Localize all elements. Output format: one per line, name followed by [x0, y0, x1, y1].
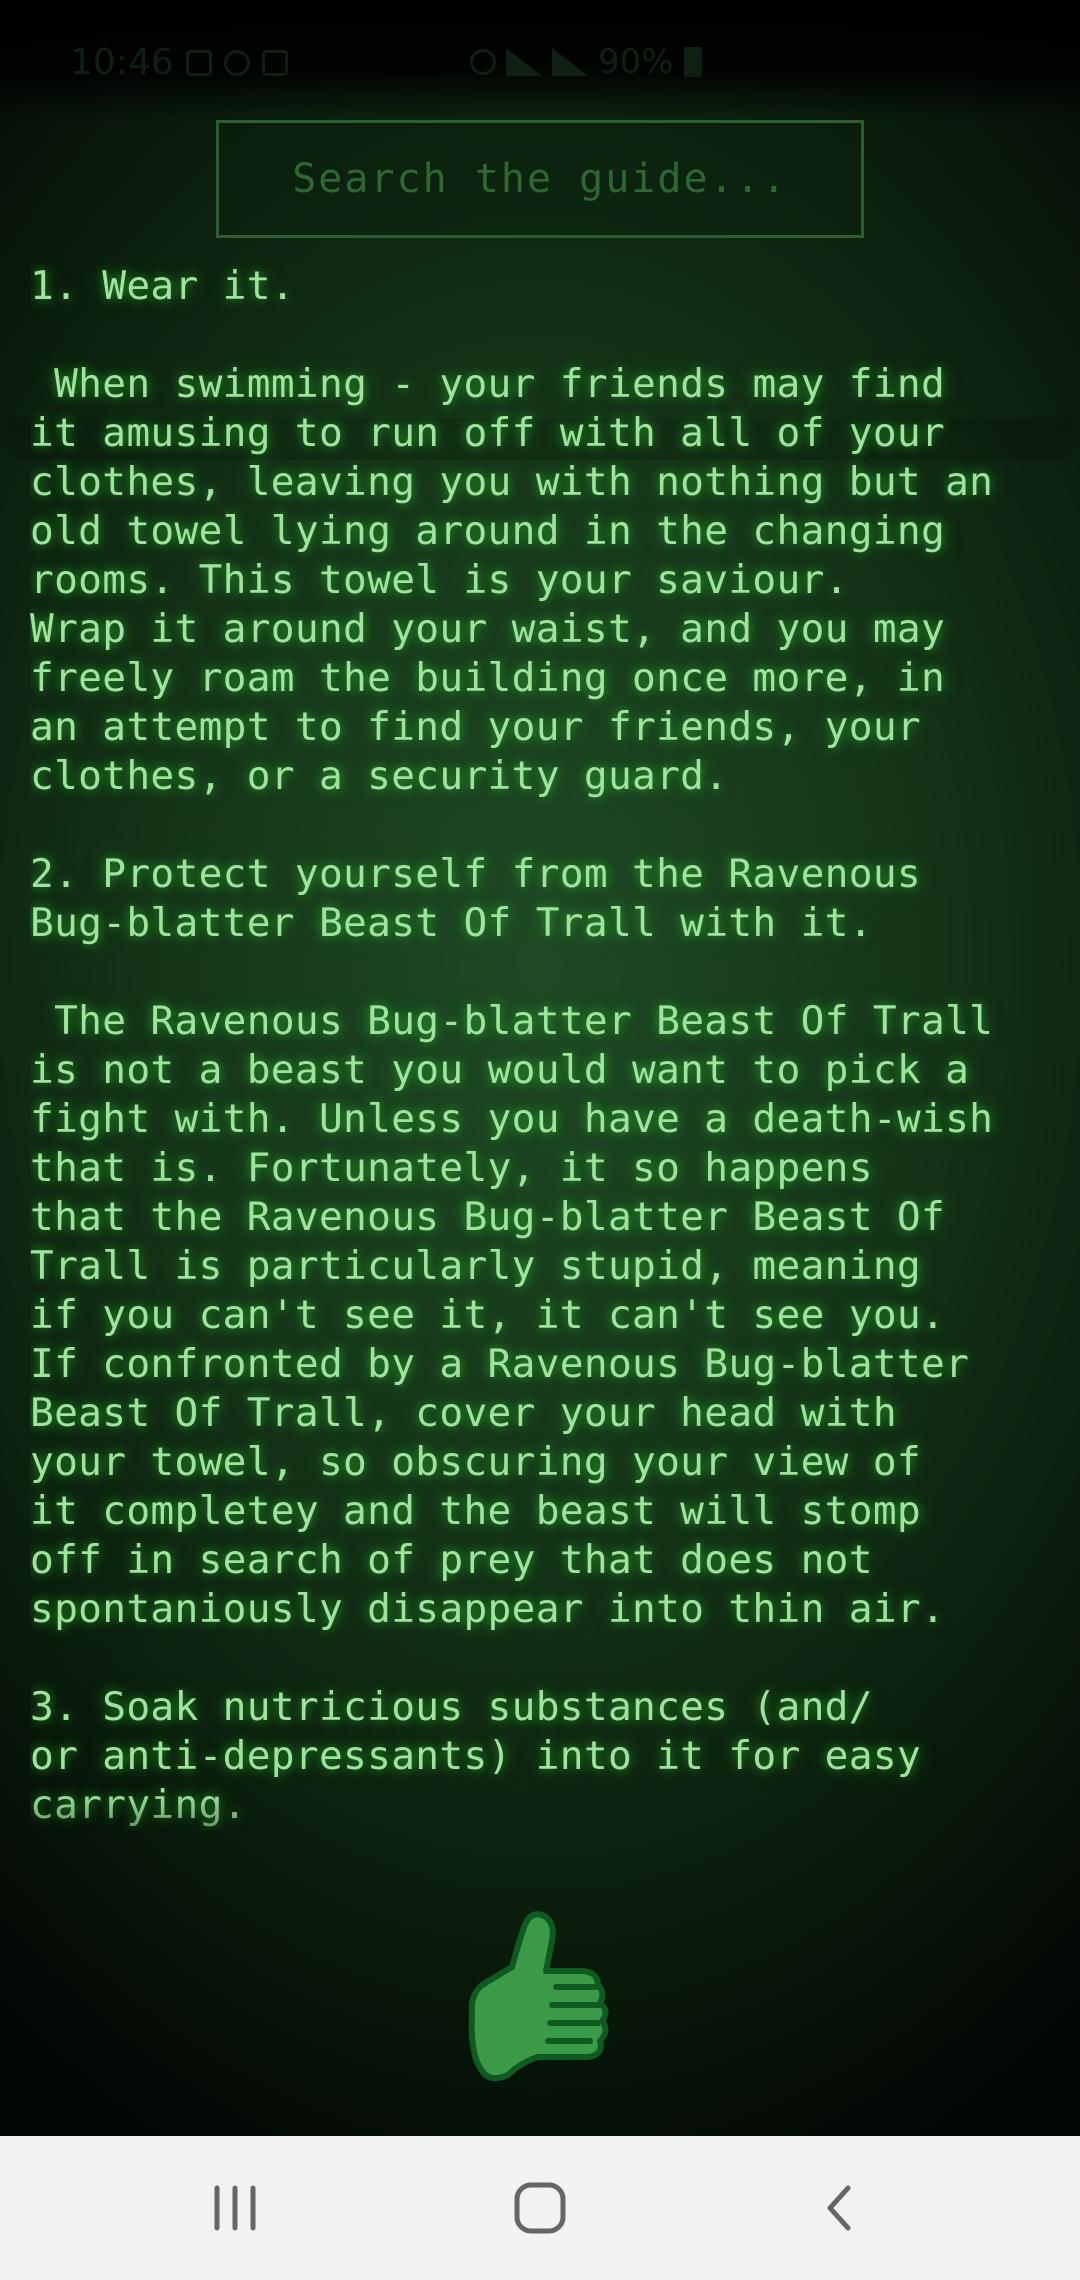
- system-nav-bar: [0, 2136, 1080, 2280]
- wifi-icon: [506, 48, 542, 76]
- guide-content[interactable]: 1. Wear it. When swimming - your friends…: [30, 262, 1050, 1862]
- thumbs-up-button[interactable]: [460, 1905, 620, 2095]
- status-left: 10:46: [70, 42, 288, 83]
- status-right: 90%: [470, 42, 702, 82]
- guide-article-text: 1. Wear it. When swimming - your friends…: [30, 263, 994, 1828]
- home-button[interactable]: [440, 2136, 640, 2280]
- mail-icon: [261, 49, 288, 76]
- back-icon: [827, 2185, 851, 2231]
- image-icon: [185, 49, 212, 76]
- signal-icon: [552, 48, 588, 76]
- recent-apps-button[interactable]: [135, 2136, 335, 2280]
- recent-apps-icon: [214, 2185, 256, 2231]
- back-button[interactable]: [740, 2136, 940, 2280]
- battery-icon: [683, 47, 702, 77]
- status-time: 10:46: [70, 42, 174, 83]
- status-bar: 10:46 90%: [0, 0, 1080, 120]
- mute-icon: [470, 49, 496, 75]
- home-icon: [514, 2182, 566, 2234]
- search-input[interactable]: [238, 155, 842, 203]
- thumbs-up-icon: [468, 1911, 609, 2082]
- battery-level: 90%: [598, 42, 674, 82]
- search-box[interactable]: [216, 120, 864, 238]
- app-screen: 10:46 90% 1. Wear it. When swimming - yo…: [0, 0, 1080, 2136]
- alarm-icon: [223, 49, 250, 76]
